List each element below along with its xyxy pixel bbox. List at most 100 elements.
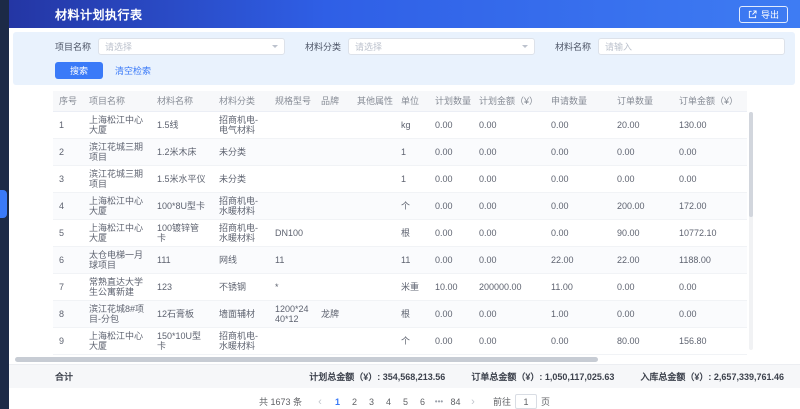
table-row[interactable]: 8滨江花城8#项目-分包12石膏板墙面辅材1200*2440*12龙牌根0.00… — [53, 301, 747, 328]
page-button-5[interactable]: 5 — [398, 394, 413, 409]
page-button-3[interactable]: 3 — [364, 394, 379, 409]
material-name-label: 材料名称 — [555, 40, 591, 53]
table-cell: 1.5线 — [151, 112, 213, 139]
summary-item: 入库总金额（¥）: 2,657,339,761.46 — [640, 370, 784, 383]
export-button[interactable]: 导出 — [739, 6, 788, 23]
table-cell: 200.00 — [611, 193, 673, 220]
goto-page: 前往 页 — [493, 394, 550, 409]
table-cell: * — [269, 274, 315, 301]
table-cell: 根 — [395, 301, 429, 328]
table-row[interactable]: 9上海松江中心大厦150*10U型卡招商机电-水暖材料个0.000.000.00… — [53, 328, 747, 355]
table-cell: 156.80 — [673, 328, 747, 355]
table-header-row: 序号项目名称材料名称材料分类规格型号品牌其他属性单位计划数量计划金额（¥）申请数… — [53, 91, 747, 112]
project-name-label: 项目名称 — [55, 40, 91, 53]
table-cell: 80.00 — [611, 328, 673, 355]
page-number-list: 123456•••84 — [330, 394, 463, 409]
summary-total-label: 合计 — [55, 370, 73, 383]
filter-row: 项目名称 材料分类 材料名称 — [55, 38, 785, 55]
page-button-84[interactable]: 84 — [448, 394, 463, 409]
export-button-label: 导出 — [761, 8, 779, 21]
table-row[interactable]: 1上海松江中心大厦1.5线招商机电-电气材料kg0.000.000.0020.0… — [53, 112, 747, 139]
table-cell: 8 — [53, 301, 83, 328]
sidebar-expand-handle[interactable] — [0, 190, 7, 218]
table-cell — [269, 328, 315, 355]
project-name-select[interactable] — [98, 38, 285, 55]
table-row[interactable]: 4上海松江中心大厦100*8U型卡招商机电-水暖材料个0.000.000.002… — [53, 193, 747, 220]
table-cell: 1.2米木床 — [151, 139, 213, 166]
table-cell: 22.00 — [611, 247, 673, 274]
table-cell: 0.00 — [611, 166, 673, 193]
table-cell: 0.00 — [429, 301, 473, 328]
table-cell: 22.00 — [545, 247, 611, 274]
table-cell — [351, 193, 395, 220]
table-cell: 招商机电-水暖材料 — [213, 220, 269, 247]
goto-page-input[interactable] — [515, 394, 537, 409]
page-button-4[interactable]: 4 — [381, 394, 396, 409]
goto-suffix: 页 — [541, 395, 550, 408]
column-header-0: 序号 — [53, 91, 83, 112]
material-name-input[interactable] — [605, 42, 778, 52]
app-window: 材料计划执行表 导出 项目名称 — [0, 0, 800, 409]
table-cell: 200000.00 — [473, 274, 545, 301]
table-row[interactable]: 3滨江花城三期项目1.5米水平仪未分类10.000.000.000.000.00 — [53, 166, 747, 193]
column-header-10: 申请数量 — [545, 91, 611, 112]
vertical-scrollbar[interactable] — [749, 112, 753, 350]
table-cell: 上海松江中心大厦 — [83, 220, 151, 247]
table-cell: 0.00 — [611, 139, 673, 166]
table-cell — [269, 193, 315, 220]
table-cell: 0.00 — [473, 328, 545, 355]
table-cell: 滨江花城三期项目 — [83, 166, 151, 193]
table-cell: 12石膏板 — [151, 301, 213, 328]
page-button-2[interactable]: 2 — [347, 394, 362, 409]
table-cell: 100镀锌管卡 — [151, 220, 213, 247]
material-category-select-input[interactable] — [355, 42, 518, 52]
table-row[interactable]: 5上海松江中心大厦100镀锌管卡招商机电-水暖材料DN100根0.000.000… — [53, 220, 747, 247]
table-cell: 0.00 — [673, 274, 747, 301]
table-row[interactable]: 7常熟直达大学生公寓新建123不锈钢*米重10.00200000.0011.00… — [53, 274, 747, 301]
material-category-select[interactable] — [348, 38, 535, 55]
table-cell: 11.00 — [545, 274, 611, 301]
page-button-1[interactable]: 1 — [330, 394, 345, 409]
search-button[interactable]: 搜索 — [55, 62, 103, 79]
pagination-total-count: 共 1673 条 — [259, 395, 302, 408]
horizontal-scrollbar[interactable] — [15, 357, 792, 362]
vertical-scrollbar-thumb[interactable] — [749, 112, 753, 217]
filter-panel: 项目名称 材料分类 材料名称 — [13, 32, 795, 85]
export-icon — [748, 10, 757, 19]
table-cell: 1.5米水平仪 — [151, 166, 213, 193]
column-header-7: 单位 — [395, 91, 429, 112]
table-cell: 0.00 — [429, 112, 473, 139]
material-name-field[interactable] — [598, 38, 785, 55]
filter-group-material: 材料名称 — [555, 38, 785, 55]
project-name-select-input[interactable] — [105, 42, 268, 52]
table-cell: 123 — [151, 274, 213, 301]
table-cell — [351, 328, 395, 355]
table-row[interactable]: 6太仓电梯一月球项目111网线11110.000.0022.0022.00118… — [53, 247, 747, 274]
table-cell: 10772.10 — [673, 220, 747, 247]
table-cell: 10.00 — [429, 274, 473, 301]
table-cell: 0.00 — [473, 166, 545, 193]
column-header-4: 规格型号 — [269, 91, 315, 112]
table-cell: 150*10U型卡 — [151, 328, 213, 355]
table-row[interactable]: 2滨江花城三期项目1.2米木床未分类10.000.000.000.000.00 — [53, 139, 747, 166]
collapsed-sidebar[interactable] — [0, 0, 9, 409]
table-cell: 0.00 — [545, 166, 611, 193]
clear-search-button[interactable]: 清空检索 — [115, 64, 151, 77]
materials-table-area: 序号项目名称材料名称材料分类规格型号品牌其他属性单位计划数量计划金额（¥）申请数… — [9, 85, 800, 355]
table-cell: 太仓电梯一月球项目 — [83, 247, 151, 274]
table-cell — [315, 139, 351, 166]
page-button-6[interactable]: 6 — [415, 394, 430, 409]
table-cell — [269, 166, 315, 193]
column-header-5: 品牌 — [315, 91, 351, 112]
table-cell: 未分类 — [213, 166, 269, 193]
previous-page-button[interactable]: ‹ — [313, 395, 327, 409]
next-page-button[interactable]: › — [466, 395, 480, 409]
table-cell: 0.00 — [673, 166, 747, 193]
horizontal-scrollbar-thumb[interactable] — [15, 357, 598, 362]
chevron-down-icon — [522, 45, 528, 48]
table-cell: 0.00 — [611, 274, 673, 301]
table-cell: 90.00 — [611, 220, 673, 247]
table-cell: DN100 — [269, 220, 315, 247]
table-cell: 上海松江中心大厦 — [83, 328, 151, 355]
table-cell: 招商机电-水暖材料 — [213, 193, 269, 220]
